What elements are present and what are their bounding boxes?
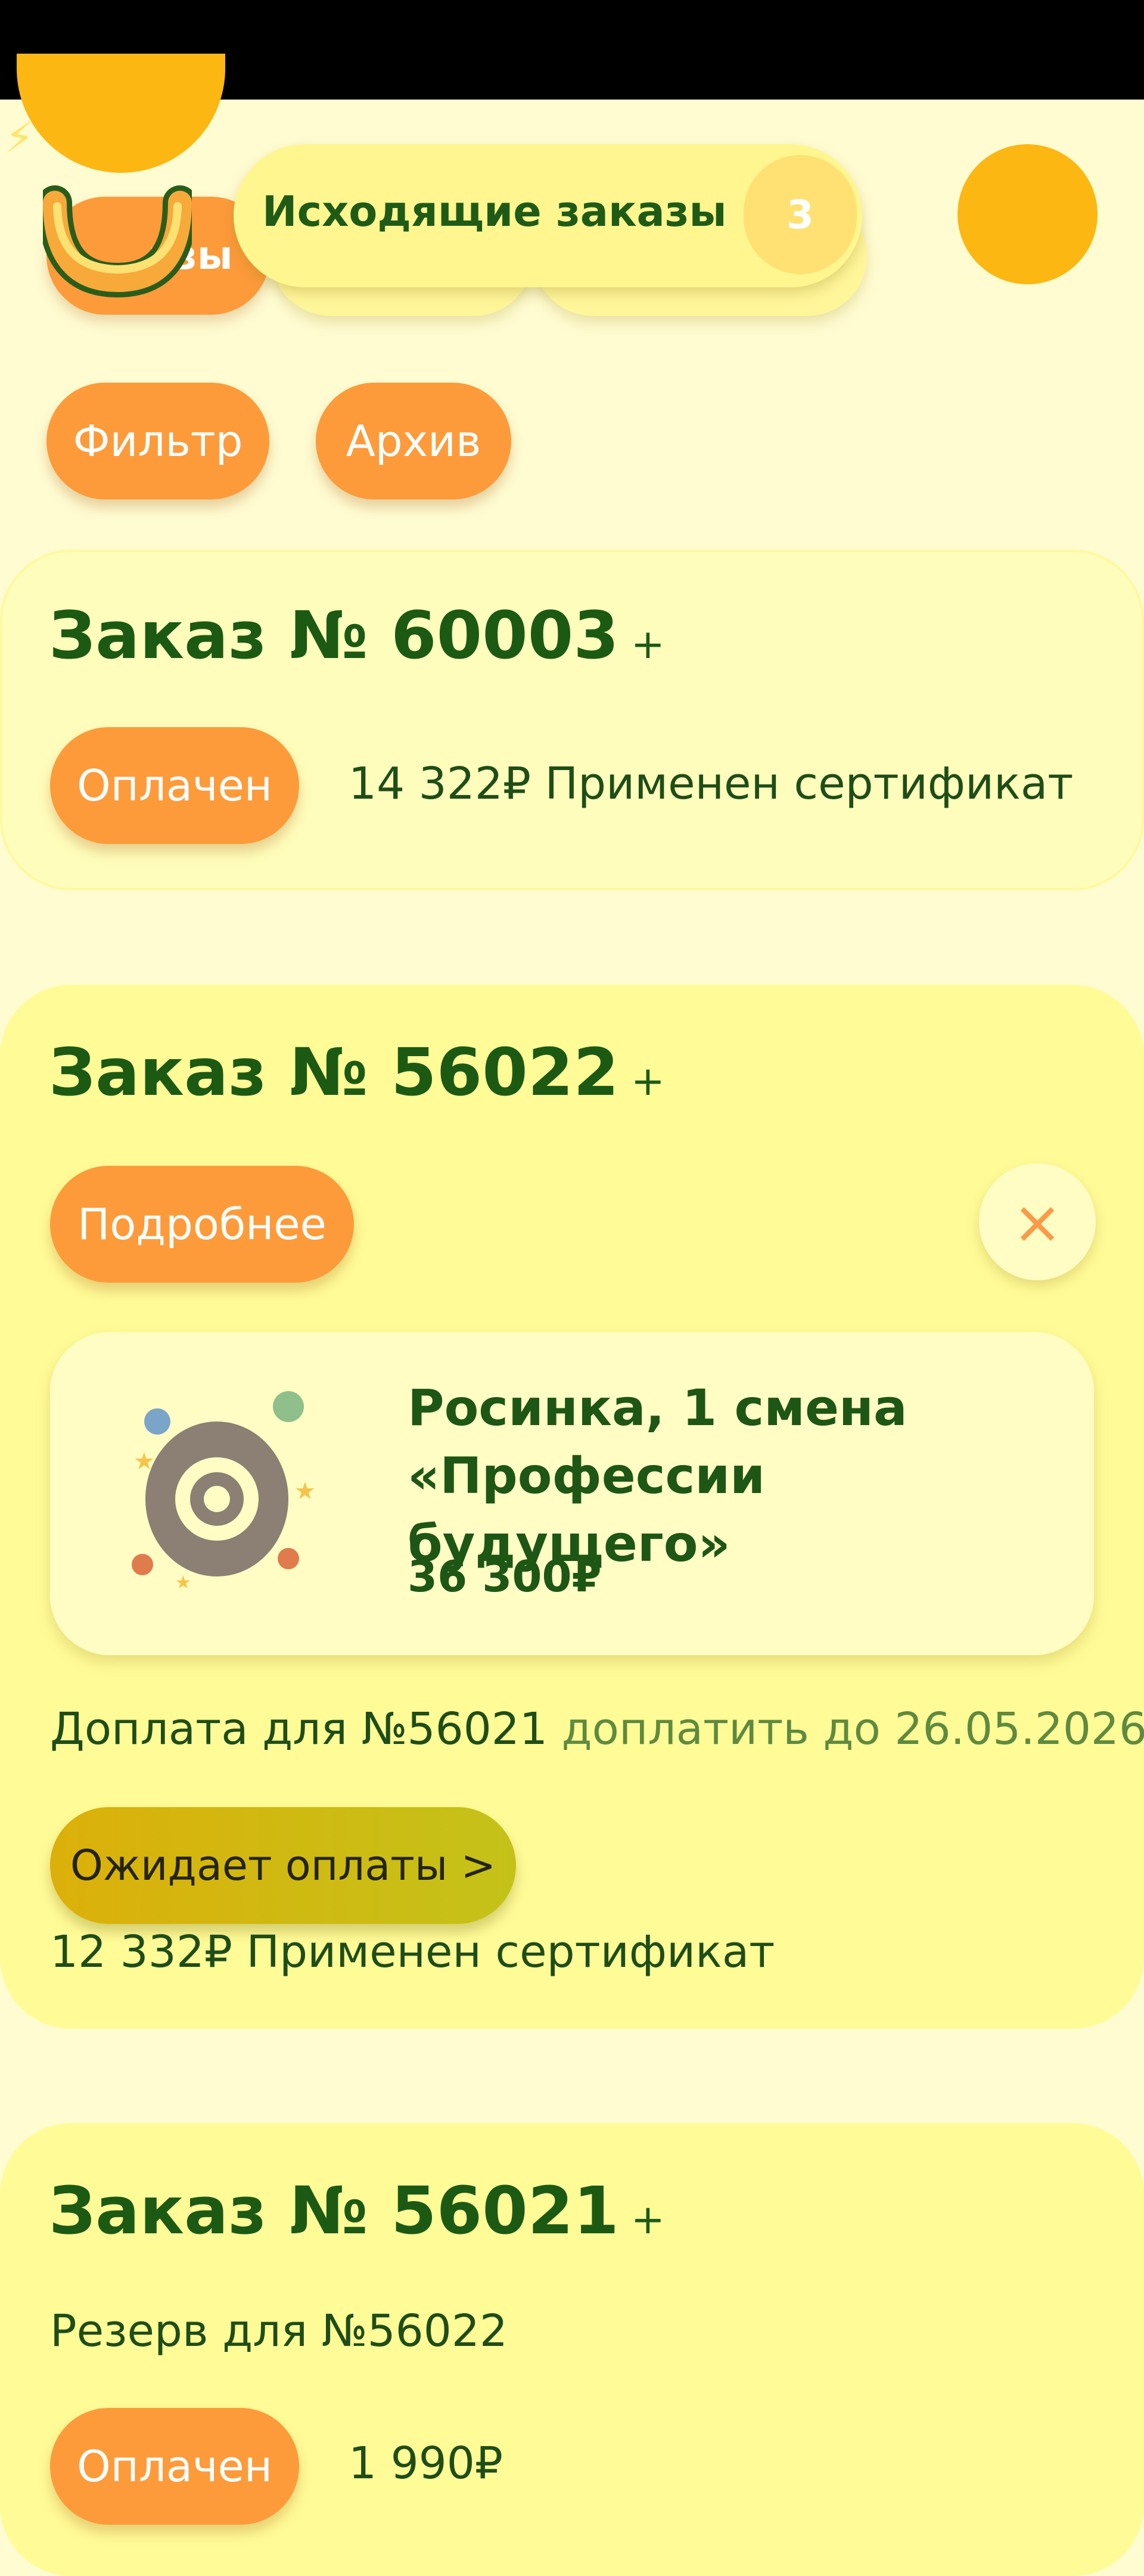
order-price: 12 332₽ Применен сертификат: [50, 1926, 775, 1978]
lightning-icon: ⚡: [5, 113, 34, 162]
status-badge-paid[interactable]: Оплачен: [50, 2408, 299, 2525]
deadline-text: доплатить до 26.05.2026: [562, 1703, 1144, 1755]
reserve-text: Резерв для №56022: [50, 2305, 508, 2357]
filter-button[interactable]: Фильтр: [46, 383, 269, 499]
pending-payment-button[interactable]: Ожидает оплаты >: [50, 1807, 516, 1924]
expand-plus-icon[interactable]: +: [631, 621, 665, 668]
product-name-line1: Росинка, 1 смена: [408, 1374, 1094, 1442]
close-icon[interactable]: ×: [979, 1163, 1096, 1280]
status-badge-paid[interactable]: Оплачен: [50, 727, 299, 844]
expand-plus-icon[interactable]: +: [631, 1058, 665, 1105]
profile-button[interactable]: [958, 144, 1098, 284]
sun-decoration: [17, 54, 225, 173]
surcharge-text: Доплата для №56021: [50, 1703, 548, 1755]
svg-text:★: ★: [133, 1448, 155, 1475]
order-price: 14 322₽ Применен сертификат: [349, 758, 1073, 809]
order-title: Заказ № 56022 +: [49, 1034, 665, 1110]
order-number: Заказ № 56022: [49, 1034, 619, 1110]
product-price: 36 300₽: [408, 1551, 602, 1602]
order-number: Заказ № 56021: [49, 2172, 619, 2249]
svg-text:★: ★: [294, 1478, 316, 1505]
order-card-60003: Заказ № 60003 + Оплачен 14 322₽ Применен …: [0, 550, 1144, 890]
outgoing-orders-pill[interactable]: Исходящие заказы 3: [234, 144, 862, 287]
outgoing-orders-label: Исходящие заказы: [262, 187, 727, 236]
logo-icon: [43, 179, 192, 298]
details-button[interactable]: Подробнее: [50, 1166, 354, 1283]
svg-text:★: ★: [175, 1572, 191, 1593]
expand-plus-icon[interactable]: +: [631, 2196, 665, 2243]
surcharge-info: Доплата для №56021 доплатить до 26.05.20…: [50, 1703, 1144, 1755]
archive-button[interactable]: Архив: [316, 383, 511, 499]
order-title: Заказ № 60003 +: [49, 597, 665, 674]
order-title: Заказ № 56021 +: [49, 2172, 665, 2249]
product-card[interactable]: ★ ★ ★ Росинка, 1 смена «Профессии будуще…: [50, 1332, 1094, 1655]
order-number: Заказ № 60003: [49, 597, 619, 674]
outgoing-orders-count: 3: [744, 155, 857, 274]
product-name: Росинка, 1 смена «Профессии будущего»: [408, 1374, 1094, 1578]
camp-logo-image: ★ ★ ★: [110, 1380, 324, 1594]
order-price: 1 990₽: [349, 2438, 503, 2489]
